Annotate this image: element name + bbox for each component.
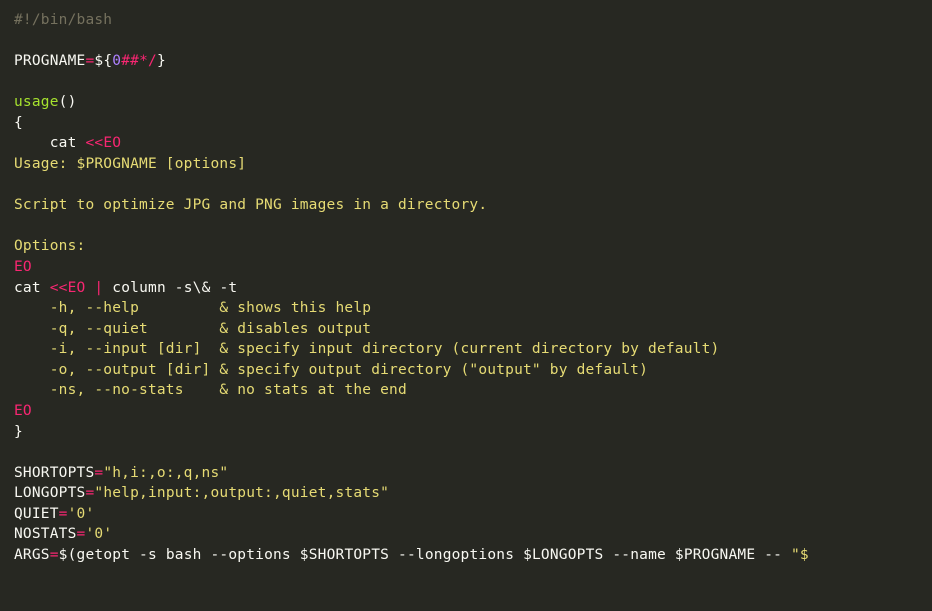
code-token: cat: [14, 280, 50, 296]
code-token: EO: [14, 259, 32, 275]
code-token: Usage: $PROGNAME [options]: [14, 156, 246, 172]
code-token: {: [14, 115, 23, 131]
code-token: -h, --help & shows this help: [14, 300, 371, 316]
code-token: "h,i:,o:,q,ns": [103, 465, 228, 481]
code-token: $(: [59, 547, 77, 563]
code-token: column -s\& -t: [103, 280, 237, 296]
code-token: LONGOPTS: [14, 485, 85, 501]
code-token: =: [59, 506, 68, 522]
code-token: -i, --input [dir] & specify input direct…: [14, 341, 719, 357]
code-token: ##*/: [121, 53, 157, 69]
code-token: -o, --output [dir] & specify output dire…: [14, 362, 648, 378]
code-token: PROGNAME: [14, 53, 85, 69]
code-token: -q, --quiet & disables output: [14, 321, 371, 337]
code-token: --longoptions: [389, 547, 523, 563]
code-token: #!/bin/bash: [14, 12, 112, 28]
code-token: getopt -s bash --options: [77, 547, 300, 563]
code-token: NOSTATS: [14, 526, 77, 542]
code-token: -ns, --no-stats & no stats at the end: [14, 382, 407, 398]
code-token: <<: [85, 135, 103, 151]
code-token: '0': [85, 526, 112, 542]
code-token: --name: [603, 547, 674, 563]
code-token: Script to optimize JPG and PNG images in…: [14, 197, 487, 213]
code-token: --: [755, 547, 791, 563]
code-token: QUIET: [14, 506, 59, 522]
code-token: (): [59, 94, 77, 110]
code-token: =: [50, 547, 59, 563]
code-token: $LONGOPTS: [523, 547, 603, 563]
code-token: Options:: [14, 238, 85, 254]
code-token: usage: [14, 94, 59, 110]
code-token: <<: [50, 280, 68, 296]
code-token: EO: [68, 280, 86, 296]
code-token: EO: [14, 403, 32, 419]
code-token: "help,input:,output:,quiet,stats": [94, 485, 389, 501]
code-token: }: [157, 53, 166, 69]
code-block: #!/bin/bash PROGNAME=${0##*/} usage() { …: [0, 0, 932, 576]
code-token: 0: [112, 53, 121, 69]
code-token: ARGS: [14, 547, 50, 563]
code-token: "$: [791, 547, 809, 563]
code-token: =: [94, 465, 103, 481]
code-token: $SHORTOPTS: [300, 547, 389, 563]
code-token: '0': [68, 506, 95, 522]
code-token: ${: [94, 53, 112, 69]
code-token: EO: [103, 135, 121, 151]
code-token: SHORTOPTS: [14, 465, 94, 481]
code-token: $PROGNAME: [675, 547, 755, 563]
code-token: cat: [14, 135, 85, 151]
code-token: }: [14, 424, 23, 440]
